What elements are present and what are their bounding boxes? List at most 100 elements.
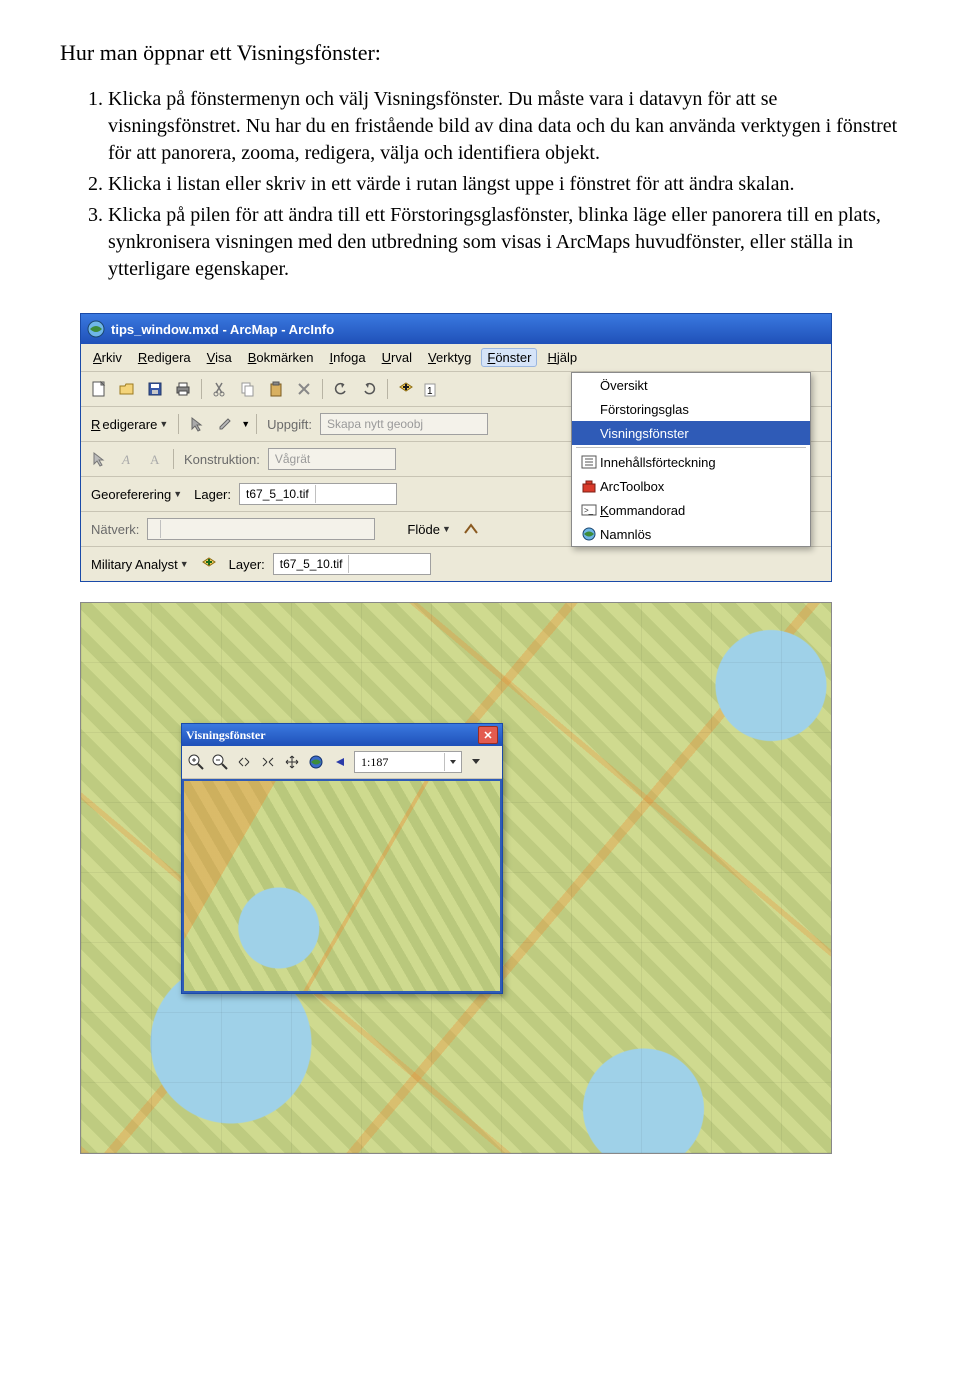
chevron-down-icon: ▼ [159,419,168,429]
back-extent-button[interactable] [330,752,350,772]
menuitem-label: Namnlös [600,527,651,542]
visningsfonster-map[interactable] [182,779,502,993]
close-icon: ✕ [483,729,492,742]
options-dropdown-button[interactable] [466,752,486,772]
svg-text:A: A [121,452,130,467]
toolbar-separator [178,414,179,434]
fixed-zoom-out-button[interactable] [258,752,278,772]
step-list: Klicka på fönstermenyn och välj Visnings… [60,86,900,283]
toolbar-separator [201,379,202,399]
scale-value: 1:187 [361,755,388,770]
menu-hjalp[interactable]: Hjälp [541,348,583,367]
text-tool-icon[interactable]: A [115,447,139,471]
toolbar-separator [322,379,323,399]
menuitem-namnlos[interactable]: Namnlös [572,522,810,546]
cut-button[interactable] [208,377,232,401]
georef-dropdown[interactable]: Georeferering ▼ [87,487,186,502]
combo-value: Vågrät [275,452,310,466]
uppgift-combo[interactable]: Skapa nytt geoobj [320,413,488,435]
menu-urval[interactable]: Urval [376,348,418,367]
arcmap-title: tips_window.mxd - ArcMap - ArcInfo [111,322,334,337]
layer-label: Layer: [225,557,269,572]
menuitem-label: Förstoringsglas [600,402,689,417]
chevron-down-icon[interactable]: ▼ [241,419,250,429]
visningsfonster-title: Visningsfönster [186,728,266,743]
delete-button[interactable] [292,377,316,401]
visningsfonster-toolbar: 1:187 [182,746,502,779]
visningsfonster-titlebar[interactable]: Visningsfönster ✕ [182,724,502,746]
add-layer-button[interactable] [197,552,221,576]
open-button[interactable] [115,377,139,401]
arcmap-globe-icon [87,320,105,338]
cmd-icon: >_ [578,503,600,517]
close-button[interactable]: ✕ [478,726,498,744]
pan-button[interactable] [282,752,302,772]
menu-redigera[interactable]: Redigera [132,348,197,367]
toolbox-icon [578,479,600,493]
chevron-down-icon: ▼ [442,524,451,534]
military-toolbar: Military Analyst ▼ Layer: t67_5_10.tif [81,547,831,581]
menu-infoga[interactable]: Infoga [323,348,371,367]
flode-dropdown[interactable]: Flöde ▼ [403,522,454,537]
paste-button[interactable] [264,377,288,401]
text-tool-icon[interactable]: A [143,447,167,471]
menuitem-label: Kommandorad [600,503,685,518]
svg-text:1: 1 [427,386,433,397]
scale-combo[interactable]: 1:187 [354,751,462,773]
scale-combo-trunc[interactable]: 1 [422,377,438,401]
arcmap-titlebar: tips_window.mxd - ArcMap - ArcInfo [81,314,831,344]
konstruktion-combo[interactable]: Vågrät [268,448,396,470]
chevron-down-icon [348,555,365,573]
copy-button[interactable] [236,377,260,401]
toolbar-separator [173,449,174,469]
undo-button[interactable] [329,377,353,401]
menuitem-label: Översikt [600,378,648,393]
flode-icon-button[interactable] [459,517,483,541]
combo-placeholder: Skapa nytt geoobj [327,417,423,431]
konstruktion-label: Konstruktion: [180,452,264,467]
redo-button[interactable] [357,377,381,401]
combo-value: t67_5_10.tif [246,487,309,501]
menuitem-visningsfonster[interactable]: Visningsfönster [572,421,810,445]
step-1: Klicka på fönstermenyn och välj Visnings… [108,86,900,167]
menuitem-kommandorad[interactable]: >_ Kommandorad [572,498,810,522]
visningsfonster-window[interactable]: Visningsfönster ✕ 1:187 [181,723,503,994]
menu-verktyg[interactable]: Verktyg [422,348,477,367]
lager-label: Lager: [190,487,235,502]
map-canvas[interactable]: Visningsfönster ✕ 1:187 [80,602,832,1154]
chevron-down-icon [315,485,332,503]
chevron-down-icon: ▼ [180,559,189,569]
menuitem-forstoringsglas[interactable]: Förstoringsglas [572,397,810,421]
new-button[interactable] [87,377,111,401]
full-extent-button[interactable] [306,752,326,772]
menuitem-arctoolbox[interactable]: ArcToolbox [572,474,810,498]
print-button[interactable] [171,377,195,401]
menu-bokmarken[interactable]: Bokmärken [242,348,320,367]
natverk-combo[interactable] [147,518,375,540]
add-data-button[interactable] [394,377,418,401]
svg-text:A: A [150,452,160,467]
menuitem-innehall[interactable]: Innehållsförteckning [572,450,810,474]
menu-fonster[interactable]: Fönster [481,348,537,367]
arcmap-window: tips_window.mxd - ArcMap - ArcInfo Arkiv… [80,313,832,582]
zoom-in-button[interactable] [186,752,206,772]
menuitem-label: Visningsfönster [600,426,689,441]
menu-arkiv[interactable]: Arkiv [87,348,128,367]
lager-combo[interactable]: t67_5_10.tif [239,483,397,505]
toolbar-separator [387,379,388,399]
section-heading: Hur man öppnar ett Visningsfönster: [60,40,900,66]
menuitem-oversikt[interactable]: Översikt [572,373,810,397]
menuitem-label: Innehållsförteckning [600,455,716,470]
chevron-down-icon: ▼ [173,489,182,499]
zoom-out-button[interactable] [210,752,230,772]
save-button[interactable] [143,377,167,401]
redigerare-dropdown[interactable]: Redigerare ▼ [87,417,172,432]
layer-combo[interactable]: t67_5_10.tif [273,553,431,575]
pencil-tool-icon[interactable] [213,412,237,436]
step-3: Klicka på pilen för att ändra till ett F… [108,202,900,283]
arrow-icon[interactable] [87,447,111,471]
military-dropdown[interactable]: Military Analyst ▼ [87,557,193,572]
menu-visa[interactable]: Visa [201,348,238,367]
fixed-zoom-in-button[interactable] [234,752,254,772]
arrow-tool-icon[interactable] [185,412,209,436]
